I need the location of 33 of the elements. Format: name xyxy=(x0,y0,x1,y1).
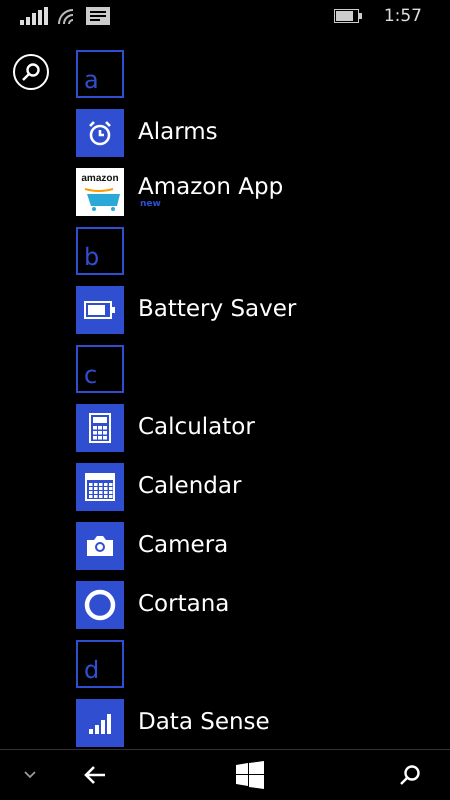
app-tile[interactable] xyxy=(76,109,124,157)
search-button[interactable] xyxy=(13,54,49,90)
app-name[interactable]: Alarms xyxy=(138,120,218,146)
app-tile[interactable] xyxy=(76,463,124,511)
search-icon xyxy=(399,764,421,786)
message-icon xyxy=(86,7,110,25)
search-icon xyxy=(21,62,41,82)
tile-text: amazon xyxy=(81,174,119,184)
app-tile[interactable] xyxy=(76,581,124,629)
app-tile[interactable] xyxy=(76,404,124,452)
back-arrow-icon xyxy=(83,765,107,785)
app-name[interactable]: Data Sense xyxy=(138,710,270,736)
app-tile[interactable] xyxy=(76,522,124,570)
calculator-icon xyxy=(89,413,111,443)
battery-icon xyxy=(84,301,116,319)
new-label: new xyxy=(140,200,161,210)
app-tile[interactable] xyxy=(76,286,124,334)
calendar-icon xyxy=(85,473,115,501)
app-name[interactable]: Calendar xyxy=(138,474,242,500)
signal-icon xyxy=(20,7,48,25)
clock-time: 1:57 xyxy=(384,6,422,26)
app-name[interactable]: Calculator xyxy=(138,415,255,441)
camera-icon xyxy=(85,534,115,558)
windows-logo-icon xyxy=(236,761,264,789)
app-tile[interactable] xyxy=(76,699,124,747)
app-name[interactable]: Cortana xyxy=(138,592,230,618)
battery-icon xyxy=(334,9,362,23)
app-tile[interactable]: amazon xyxy=(76,168,124,216)
app-name[interactable]: Camera xyxy=(138,533,228,559)
ring-icon xyxy=(83,588,117,622)
signal-bars-icon xyxy=(87,711,113,735)
app-name[interactable]: Battery Saver xyxy=(138,297,296,323)
app-name[interactable]: Amazon App xyxy=(138,174,284,200)
